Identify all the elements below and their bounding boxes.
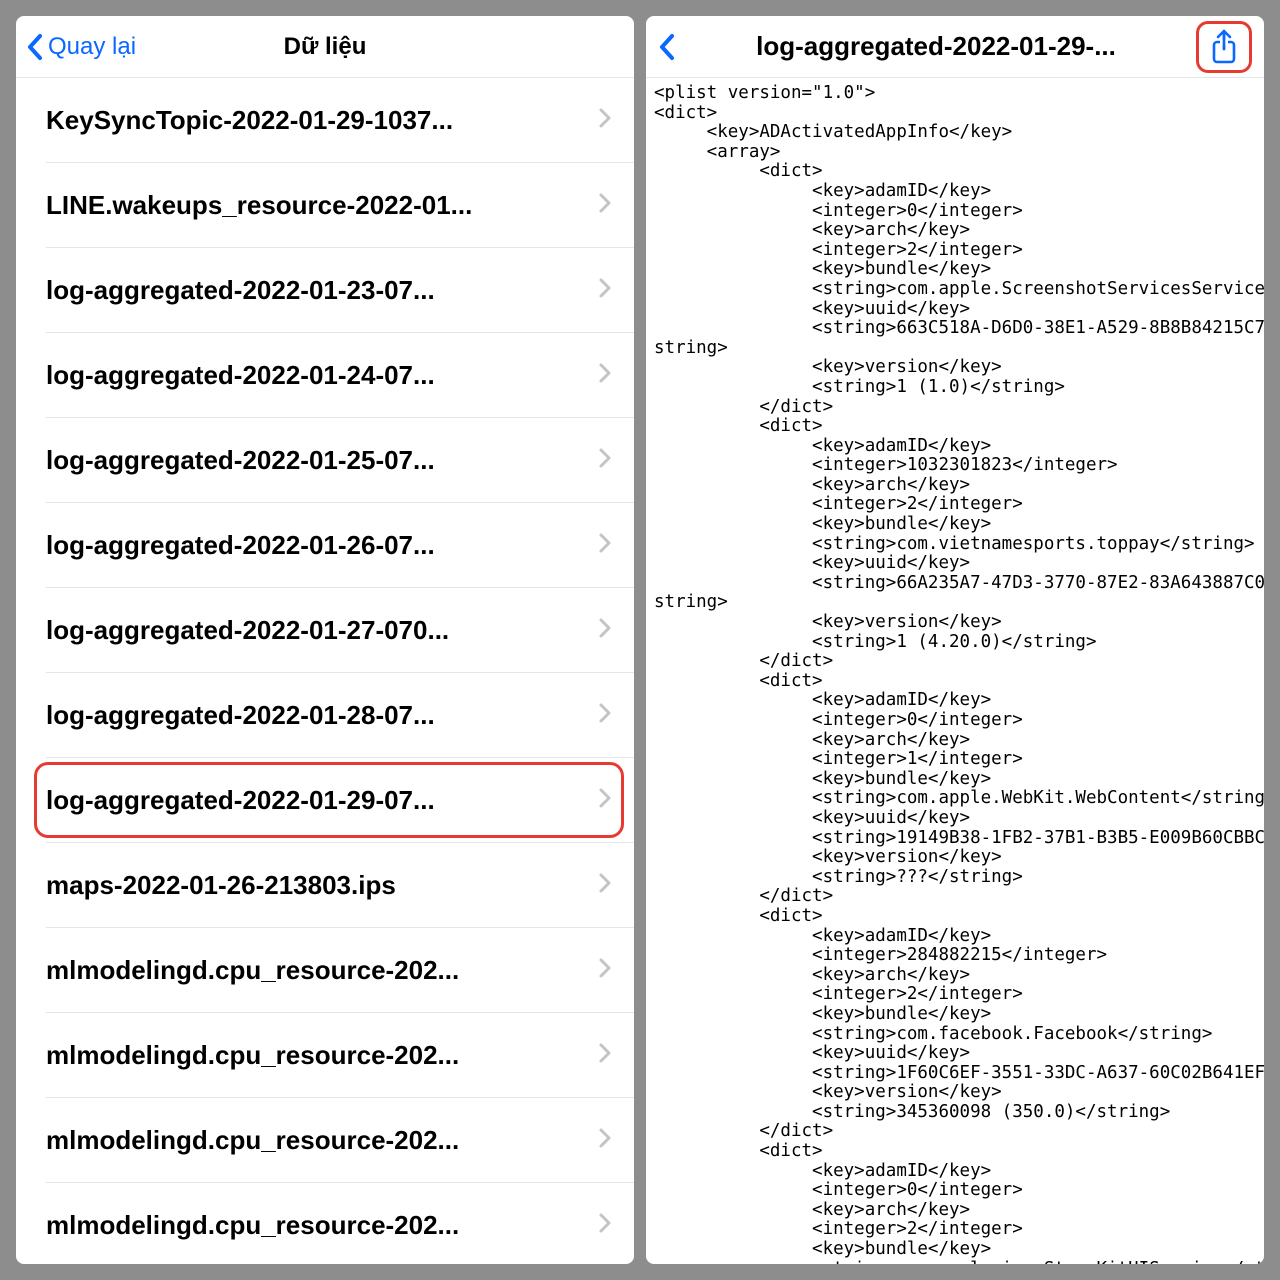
chevron-right-icon <box>598 872 612 899</box>
chevron-right-icon <box>598 362 612 389</box>
list-item-label: mlmodelingd.cpu_resource-202... <box>46 1040 598 1071</box>
list-item[interactable]: log-aggregated-2022-01-25-07... <box>46 418 634 503</box>
list-item[interactable]: log-aggregated-2022-01-23-07... <box>46 248 634 333</box>
chevron-right-icon <box>598 787 612 814</box>
list-item-label: mlmodelingd.cpu_resource-202... <box>46 1210 598 1241</box>
list-item-label: log-aggregated-2022-01-29-07... <box>46 785 598 816</box>
chevron-right-icon <box>598 617 612 644</box>
chevron-right-icon <box>598 1127 612 1154</box>
chevron-right-icon <box>598 702 612 729</box>
chevron-right-icon <box>598 957 612 984</box>
list-item-label: log-aggregated-2022-01-23-07... <box>46 275 598 306</box>
file-list: KeySyncTopic-2022-01-29-1037... LINE.wake… <box>16 78 634 1264</box>
list-item-label: log-aggregated-2022-01-25-07... <box>46 445 598 476</box>
list-item-label: log-aggregated-2022-01-27-070... <box>46 615 598 646</box>
list-item[interactable]: log-aggregated-2022-01-24-07... <box>46 333 634 418</box>
list-item-label: mlmodelingd.cpu_resource-202... <box>46 955 598 986</box>
detail-back-button[interactable] <box>658 33 676 61</box>
list-item[interactable]: mlmodelingd.cpu_resource-202... <box>46 1098 634 1183</box>
share-button[interactable] <box>1196 21 1252 73</box>
share-icon <box>1209 29 1239 65</box>
left-nav-bar: Quay lại Dữ liệu <box>16 16 634 78</box>
list-item[interactable]: mlmodelingd.cpu_resource-202... <box>46 1183 634 1264</box>
list-item[interactable]: log-aggregated-2022-01-28-07... <box>46 673 634 758</box>
list-item-label: log-aggregated-2022-01-26-07... <box>46 530 598 561</box>
right-panel: log-aggregated-2022-01-29-... <plist ver… <box>646 16 1264 1264</box>
list-item-label: LINE.wakeups_resource-2022-01... <box>46 190 598 221</box>
back-label: Quay lại <box>48 33 136 61</box>
list-item[interactable]: KeySyncTopic-2022-01-29-1037... <box>46 78 634 163</box>
list-item[interactable]: maps-2022-01-26-213803.ips <box>46 843 634 928</box>
list-item-label: maps-2022-01-26-213803.ips <box>46 870 598 901</box>
chevron-right-icon <box>598 1042 612 1069</box>
list-item-label: log-aggregated-2022-01-24-07... <box>46 360 598 391</box>
list-item[interactable]: LINE.wakeups_resource-2022-01... <box>46 163 634 248</box>
list-item[interactable]: mlmodelingd.cpu_resource-202... <box>46 1013 634 1098</box>
list-item-label: mlmodelingd.cpu_resource-202... <box>46 1125 598 1156</box>
list-item-label: KeySyncTopic-2022-01-29-1037... <box>46 105 598 136</box>
list-item[interactable]: mlmodelingd.cpu_resource-202... <box>46 928 634 1013</box>
chevron-left-icon <box>658 33 676 61</box>
list-item[interactable]: log-aggregated-2022-01-27-070... <box>46 588 634 673</box>
right-nav-bar: log-aggregated-2022-01-29-... <box>646 16 1264 78</box>
detail-title: log-aggregated-2022-01-29-... <box>686 31 1186 62</box>
chevron-left-icon <box>26 33 44 61</box>
chevron-right-icon <box>598 277 612 304</box>
left-panel: Quay lại Dữ liệu KeySyncTopic-2022-01-29… <box>16 16 634 1264</box>
page-title: Dữ liệu <box>284 33 367 61</box>
list-item[interactable]: log-aggregated-2022-01-29-07... <box>46 758 634 843</box>
list-item[interactable]: log-aggregated-2022-01-26-07... <box>46 503 634 588</box>
chevron-right-icon <box>598 532 612 559</box>
chevron-right-icon <box>598 447 612 474</box>
back-button[interactable]: Quay lại <box>26 33 136 61</box>
chevron-right-icon <box>598 107 612 134</box>
chevron-right-icon <box>598 1212 612 1239</box>
list-item-label: log-aggregated-2022-01-28-07... <box>46 700 598 731</box>
code-content: <plist version="1.0"> <dict> <key>ADActi… <box>646 78 1264 1264</box>
chevron-right-icon <box>598 192 612 219</box>
